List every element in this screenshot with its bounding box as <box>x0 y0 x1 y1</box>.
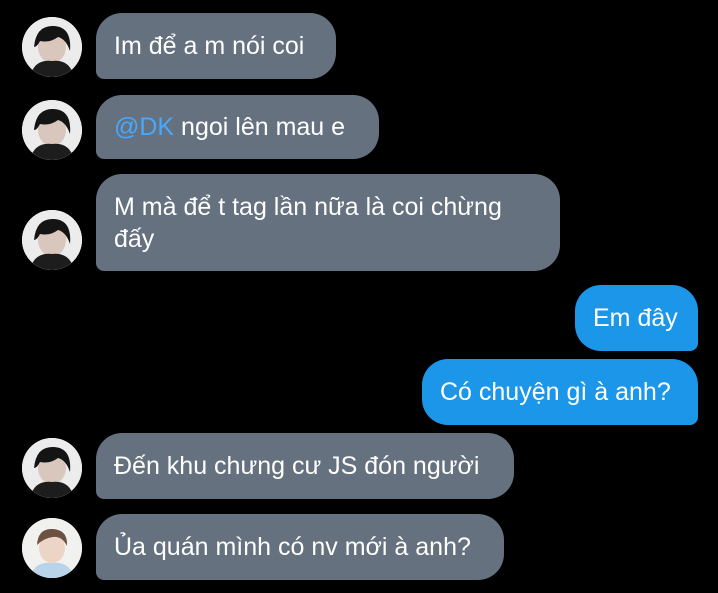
avatar-dark-hair-photo-icon <box>22 100 82 160</box>
mention-link[interactable]: @DK <box>114 111 174 143</box>
message-bubble-4[interactable]: Em đây <box>575 285 698 351</box>
message-bubble-7[interactable]: Ủa quán mình có nv mới à anh? <box>96 514 504 580</box>
sender-avatar-3[interactable] <box>22 210 82 270</box>
avatar-light-photo-icon <box>22 518 82 578</box>
message-bubble-5[interactable]: Có chuyện gì à anh? <box>422 359 698 425</box>
message-text: Im để a m nói coi <box>114 32 305 60</box>
message-bubble-3[interactable]: M mà để t tag lần nữa là coi chừng đấy <box>96 174 560 271</box>
message-text: M mà để t tag lần nữa là coi chừng đấy <box>114 193 502 253</box>
message-bubble-6[interactable]: Đến khu chưng cư JS đón người <box>96 433 514 499</box>
avatar-dark-hair-photo-icon <box>22 17 82 77</box>
message-text: Đến khu chưng cư JS đón người <box>114 452 480 480</box>
message-text: Có chuyện gì à anh? <box>440 378 671 406</box>
sender-avatar-4[interactable] <box>22 438 82 498</box>
message-text: Em đây <box>593 304 678 332</box>
sender-avatar-1[interactable] <box>22 17 82 77</box>
sender-avatar-5[interactable] <box>22 518 82 578</box>
message-bubble-2[interactable]: @DK ngoi lên mau e <box>96 95 379 159</box>
message-text: ngoi lên mau e <box>174 113 346 141</box>
avatar-dark-hair-photo-icon <box>22 438 82 498</box>
sender-avatar-2[interactable] <box>22 100 82 160</box>
avatar-dark-hair-photo-icon <box>22 210 82 270</box>
message-bubble-1[interactable]: Im để a m nói coi <box>96 13 336 79</box>
message-text: Ủa quán mình có nv mới à anh? <box>114 533 471 561</box>
